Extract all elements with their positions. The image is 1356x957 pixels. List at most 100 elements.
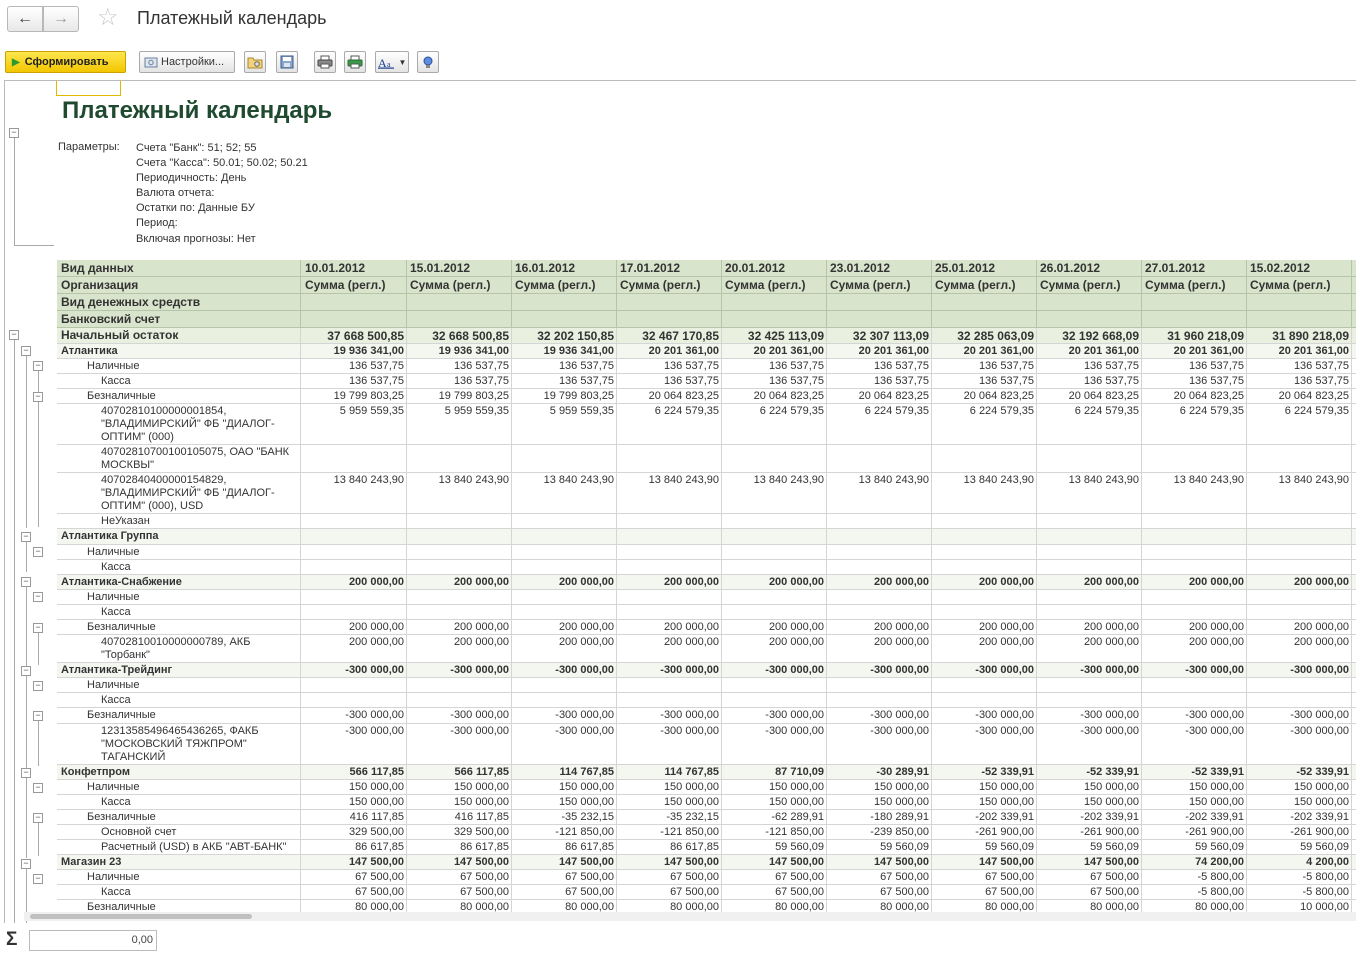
value-cell[interactable] [1247,589,1352,604]
value-cell[interactable]: 329 500,00 [407,824,512,839]
value-cell[interactable]: 147 500,00 [827,855,932,870]
value-cell[interactable]: -300 000,00 [302,663,407,678]
collapse-icon[interactable]: − [33,361,43,371]
value-cell[interactable] [932,529,1037,544]
value-cell[interactable]: 136 537,75 [932,374,1037,389]
value-cell[interactable]: -300 000,00 [1142,663,1247,678]
value-cell[interactable]: 86 617,85 [617,839,722,855]
value-cell[interactable]: 200 000,00 [302,635,407,663]
value-cell[interactable]: -300 000,00 [1037,723,1142,764]
value-cell[interactable]: 147 500,00 [617,855,722,870]
value-cell[interactable]: 200 000,00 [827,574,932,589]
value-cell[interactable]: 59 560,09 [1037,839,1142,855]
value-cell[interactable] [617,529,722,544]
value-cell[interactable]: 200 000,00 [1247,620,1352,635]
value-cell[interactable]: -300 000,00 [827,663,932,678]
table-row[interactable]: Безналичные -300 000,00 -300 000,00 -300 00… [57,708,1356,724]
value-cell[interactable] [827,514,932,529]
value-cell[interactable]: 150 000,00 [1247,779,1352,794]
value-cell[interactable]: 150 000,00 [1142,779,1247,794]
value-cell[interactable] [827,693,932,708]
value-cell[interactable]: 200 000,00 [1247,635,1352,663]
value-cell[interactable]: 32 202 150,85 [512,328,617,343]
table-row[interactable]: Безналичные 19 799 803,25 19 799 803,25 19 … [57,389,1356,405]
value-cell[interactable]: -300 000,00 [302,723,407,764]
value-cell[interactable]: 200 000,00 [722,620,827,635]
value-cell[interactable] [1037,678,1142,693]
table-row[interactable]: Наличные [57,544,1356,560]
value-cell[interactable]: 6 224 579,35 [617,404,722,445]
value-cell[interactable]: 86 617,85 [302,839,407,855]
value-cell[interactable]: 416 117,85 [407,809,512,824]
table-row[interactable]: Касса 150 000,00 150 000,00 150 000,00 150 0… [57,794,1356,810]
value-cell[interactable] [1247,445,1352,473]
value-cell[interactable]: 67 500,00 [722,885,827,900]
collapse-icon[interactable]: − [33,813,43,823]
print-button[interactable] [314,51,336,73]
value-cell[interactable]: 31 890 218,09 [1247,328,1352,343]
value-cell[interactable]: 200 000,00 [407,620,512,635]
value-cell[interactable] [722,514,827,529]
value-cell[interactable]: 19 936 341,00 [512,344,617,359]
value-cell[interactable]: 136 537,75 [827,359,932,374]
value-cell[interactable] [617,604,722,620]
value-cell[interactable]: 67 500,00 [617,870,722,885]
value-cell[interactable]: 67 500,00 [302,870,407,885]
value-cell[interactable]: 150 000,00 [1247,794,1352,809]
table-row[interactable]: Конфетпром 566 117,85 566 117,85 114 767,85… [57,764,1356,780]
collapse-icon[interactable]: − [33,874,43,884]
collapse-icon[interactable]: − [9,330,19,340]
open-variant-button[interactable] [244,51,266,73]
table-row[interactable]: 40702810010000000789, АКБ "Торбанк" 200 0… [57,635,1356,664]
back-arrow-icon[interactable]: ← [7,6,43,32]
value-cell[interactable]: 150 000,00 [827,779,932,794]
value-cell[interactable]: 6 224 579,35 [1037,404,1142,445]
value-cell[interactable]: -300 000,00 [1037,663,1142,678]
value-cell[interactable]: -300 000,00 [932,723,1037,764]
value-cell[interactable]: 150 000,00 [302,794,407,809]
value-cell[interactable] [1142,445,1247,473]
value-cell[interactable]: 67 500,00 [407,885,512,900]
value-cell[interactable]: 32 467 170,85 [617,328,722,343]
value-cell[interactable]: 136 537,75 [407,374,512,389]
collapse-icon[interactable]: − [33,623,43,633]
value-cell[interactable]: 200 000,00 [512,635,617,663]
value-cell[interactable] [722,544,827,559]
value-cell[interactable]: 150 000,00 [932,794,1037,809]
value-cell[interactable]: -261 900,00 [1142,824,1247,839]
value-cell[interactable]: 200 000,00 [932,620,1037,635]
value-cell[interactable] [617,544,722,559]
value-cell[interactable] [407,559,512,574]
value-cell[interactable] [1037,529,1142,544]
value-cell[interactable] [932,514,1037,529]
value-cell[interactable] [722,559,827,574]
table-row[interactable]: Касса [57,559,1356,575]
value-cell[interactable] [512,678,617,693]
value-cell[interactable]: 20 201 361,00 [932,344,1037,359]
value-cell[interactable]: -5 800,00 [1142,885,1247,900]
value-cell[interactable]: 150 000,00 [512,779,617,794]
value-cell[interactable]: 136 537,75 [1142,359,1247,374]
value-cell[interactable]: -261 900,00 [1037,824,1142,839]
value-cell[interactable]: 67 500,00 [512,885,617,900]
value-cell[interactable]: 20 064 823,25 [722,389,827,404]
value-cell[interactable]: -52 339,91 [1037,764,1142,779]
value-cell[interactable]: 59 560,09 [827,839,932,855]
value-cell[interactable]: -121 850,00 [722,824,827,839]
value-cell[interactable] [722,589,827,604]
collapse-icon[interactable]: − [21,859,31,869]
value-cell[interactable] [1037,445,1142,473]
value-cell[interactable]: 150 000,00 [932,779,1037,794]
table-row[interactable]: Касса [57,693,1356,709]
value-cell[interactable]: 67 500,00 [1037,870,1142,885]
value-cell[interactable]: -300 000,00 [407,723,512,764]
value-cell[interactable] [512,529,617,544]
value-cell[interactable]: 13 840 243,90 [302,473,407,514]
value-cell[interactable]: -52 339,91 [932,764,1037,779]
table-row[interactable]: Атлантика 19 936 341,00 19 936 341,00 19 93… [57,344,1356,360]
value-cell[interactable]: 150 000,00 [722,794,827,809]
value-cell[interactable]: 5 959 559,35 [512,404,617,445]
value-cell[interactable]: -300 000,00 [722,723,827,764]
value-cell[interactable]: 150 000,00 [722,779,827,794]
table-row[interactable]: Начальный остаток 37 668 500,85 32 668 500… [57,328,1356,344]
